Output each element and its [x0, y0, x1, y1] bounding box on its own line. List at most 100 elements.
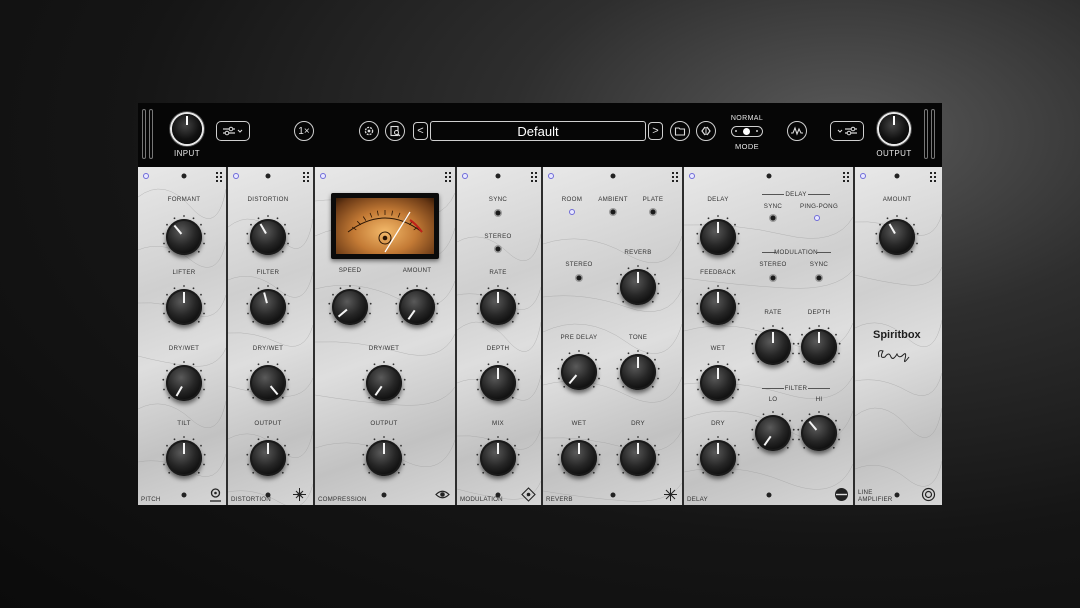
prev-preset-button[interactable]: < [413, 122, 428, 140]
param-label-drywet: DRY/WET [252, 345, 284, 352]
reverb-ambient-switch[interactable] [610, 209, 616, 215]
distortion-panel: DISTORTION FILTER DRY/WET OUTPUT DISTORTION [228, 167, 315, 505]
delay-depth-knob[interactable] [801, 329, 837, 365]
predelay-knob[interactable] [561, 354, 597, 390]
preset-name-display[interactable]: Default [430, 121, 646, 141]
pitch-panel-drag-handle[interactable] [216, 172, 224, 182]
param-label-drywet: DRY/WET [368, 345, 400, 352]
param-label-wet: WET [710, 345, 726, 352]
folder-button[interactable] [670, 121, 690, 141]
settings-button[interactable] [359, 121, 379, 141]
line-amplifier-panel-name: LINE AMPLIFIER [858, 489, 893, 503]
reverb-screw-bottom [610, 492, 616, 498]
tone-knob[interactable] [620, 354, 656, 390]
compression-panel-power-led[interactable] [320, 173, 326, 179]
filter-knob[interactable] [250, 289, 286, 325]
param-label-lifter: LIFTER [172, 269, 196, 276]
line-amplifier-panel-drag-handle[interactable] [930, 172, 938, 182]
lifter-knob[interactable] [166, 289, 202, 325]
param-label-formant: FORMANT [167, 196, 201, 203]
distortion-output-knob[interactable] [250, 440, 286, 476]
param-label-sync: SYNC [488, 196, 508, 203]
filter-lo-knob[interactable] [755, 415, 791, 451]
reverb-stereo-switch[interactable] [576, 275, 582, 281]
modulation-mix-knob[interactable] [480, 440, 516, 476]
input-sliders-button[interactable] [216, 121, 250, 141]
param-label-depth: DEPTH [486, 345, 510, 352]
param-label-filter: FILTER [256, 269, 280, 276]
input-knob[interactable] [172, 114, 202, 144]
param-label-stereo: STEREO [565, 261, 593, 268]
param-label-predelay: PRE DELAY [560, 334, 598, 341]
reverb-amount-knob[interactable] [620, 269, 656, 305]
param-label-plate: PLATE [642, 196, 664, 203]
pitch-drywet-knob[interactable] [166, 365, 202, 401]
line-amp-screw-top [894, 173, 900, 179]
delay-panel-drag-handle[interactable] [843, 172, 851, 182]
modulation-section-label: MODULATION [774, 249, 818, 256]
compression-panel-drag-handle[interactable] [445, 172, 453, 182]
compression-output-knob[interactable] [366, 440, 402, 476]
feedback-knob[interactable] [700, 289, 736, 325]
tilt-knob[interactable] [166, 440, 202, 476]
oversample-button[interactable]: 1× [294, 121, 314, 141]
param-label-feedback: FEEDBACK [700, 269, 736, 276]
compression-icon [435, 487, 450, 502]
reverb-panel-name: REVERB [546, 496, 573, 503]
param-label-mix: MIX [492, 420, 504, 427]
mod-section-line-right [817, 252, 831, 253]
reverb-dry-knob[interactable] [620, 440, 656, 476]
header-bar: INPUT 1× < Default > NORMAL MODE OUTPUT [138, 103, 942, 167]
delay-mod-sync-switch[interactable] [816, 275, 822, 281]
distortion-screw-top [265, 173, 271, 179]
compression-panel: SPEED AMOUNT DRY/WET OUTPUT COMPRESSION [315, 167, 457, 505]
distortion-knob[interactable] [250, 219, 286, 255]
delay-sync-switch[interactable] [770, 215, 776, 221]
param-label-output: OUTPUT [254, 420, 282, 427]
delay-stereo-switch[interactable] [770, 275, 776, 281]
reverb-plate-switch[interactable] [650, 209, 656, 215]
amount-knob[interactable] [399, 289, 435, 325]
distortion-panel-power-led[interactable] [233, 173, 239, 179]
compression-drywet-knob[interactable] [366, 365, 402, 401]
delay-dry-knob[interactable] [700, 440, 736, 476]
modulation-panel: SYNC STEREO RATE DEPTH MIX MODULATION [457, 167, 543, 505]
mode-toggle[interactable] [731, 126, 763, 137]
preset-browser-button[interactable] [385, 121, 405, 141]
output-knob[interactable] [879, 114, 909, 144]
speed-knob[interactable] [332, 289, 368, 325]
modulation-panel-power-led[interactable] [462, 173, 468, 179]
param-label-wet: WET [571, 420, 587, 427]
reverb-panel-drag-handle[interactable] [672, 172, 680, 182]
param-label-dry: DRY [631, 420, 645, 427]
output-sliders-button[interactable] [830, 121, 864, 141]
modulation-sync-switch[interactable] [495, 210, 501, 216]
folder-icon [674, 127, 686, 136]
distortion-panel-drag-handle[interactable] [303, 172, 311, 182]
reverb-room-led[interactable] [569, 209, 575, 215]
next-preset-button[interactable]: > [648, 122, 663, 140]
line-amplifier-panel-power-led[interactable] [860, 173, 866, 179]
pitch-panel-power-led[interactable] [143, 173, 149, 179]
filter-section-label: FILTER [784, 385, 808, 392]
modulation-depth-knob[interactable] [480, 365, 516, 401]
param-label-delay-rate: RATE [764, 309, 782, 316]
distortion-drywet-knob[interactable] [250, 365, 286, 401]
reverb-wet-knob[interactable] [561, 440, 597, 476]
line-amplifier-icon [921, 487, 936, 502]
formant-knob[interactable] [166, 219, 202, 255]
filter-hi-knob[interactable] [801, 415, 837, 451]
delay-time-knob[interactable] [700, 219, 736, 255]
ping-pong-led[interactable] [814, 215, 820, 221]
delay-rate-knob[interactable] [755, 329, 791, 365]
modulation-rate-knob[interactable] [480, 289, 516, 325]
random-button[interactable] [696, 121, 716, 141]
reverb-panel-power-led[interactable] [548, 173, 554, 179]
waveform-button[interactable] [787, 121, 807, 141]
delay-wet-knob[interactable] [700, 365, 736, 401]
modulation-stereo-switch[interactable] [495, 246, 501, 252]
random-icon [701, 126, 711, 136]
line-amp-amount-knob[interactable] [879, 219, 915, 255]
delay-panel-power-led[interactable] [689, 173, 695, 179]
modulation-panel-drag-handle[interactable] [531, 172, 539, 182]
